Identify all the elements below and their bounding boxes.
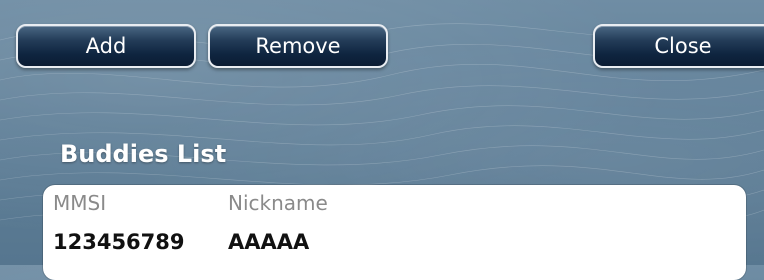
close-button-label: Close: [654, 34, 712, 58]
list-item-mmsi[interactable]: 123456789: [53, 230, 185, 254]
add-button-label: Add: [85, 34, 127, 58]
list-item-nickname[interactable]: AAAAA: [228, 230, 309, 254]
remove-button-label: Remove: [255, 34, 341, 58]
column-header-mmsi[interactable]: MMSI: [53, 191, 106, 215]
close-button[interactable]: Close: [593, 24, 764, 68]
remove-button[interactable]: Remove: [208, 24, 388, 68]
add-button[interactable]: Add: [16, 24, 196, 68]
column-header-nickname[interactable]: Nickname: [228, 191, 328, 215]
buddies-list-title: Buddies List: [60, 140, 227, 168]
